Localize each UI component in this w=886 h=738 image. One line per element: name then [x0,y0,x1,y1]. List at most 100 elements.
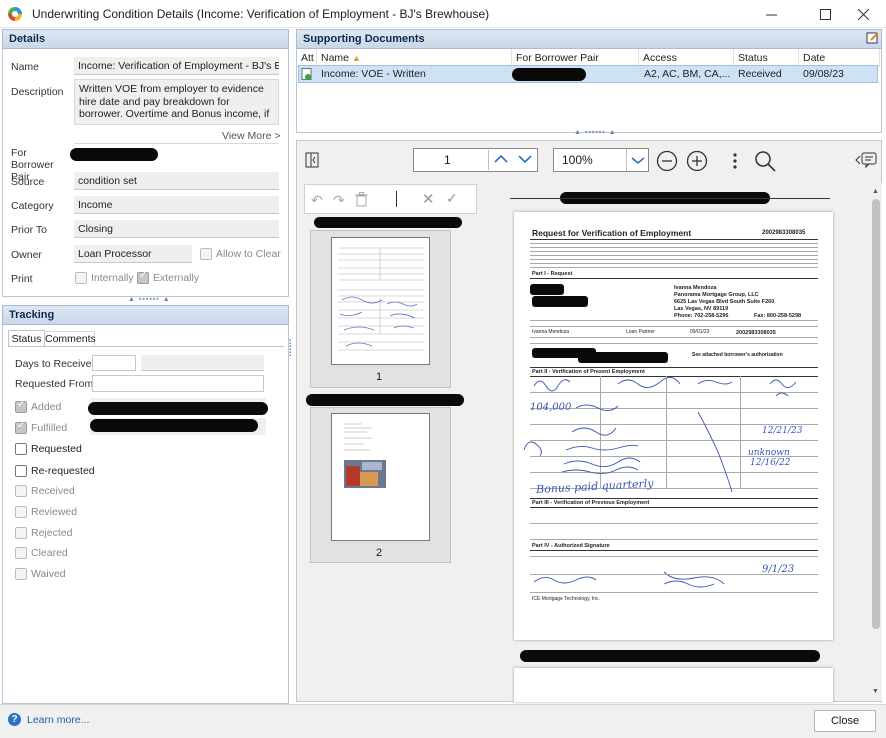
redo-icon[interactable]: ↷ [333,192,345,209]
view-more-link[interactable]: View More > [222,130,280,142]
thumbnail-page-2-preview [344,423,386,488]
window-title: Underwriting Condition Details (Income: … [32,6,490,21]
tab-comments[interactable]: Comments [45,331,96,346]
scroll-down-icon[interactable]: ▼ [872,688,879,695]
row-date: 09/08/23 [803,68,844,80]
zoom-in-icon[interactable] [686,150,708,175]
edit-icon[interactable] [866,31,880,45]
handwriting-marks [523,377,797,588]
divider [396,191,397,207]
supporting-documents-header: Supporting Documents [296,29,882,49]
description-text: Written VOE from employer to evidence hi… [79,83,270,120]
added-label: Added [31,401,62,413]
app-logo-icon [8,6,22,21]
row-access: A2, AC, BM, CA,... [644,68,731,80]
redacted-fulfilled [90,419,258,432]
zoom-dropdown[interactable] [626,149,648,171]
next-page-icon[interactable] [518,152,532,169]
undo-icon[interactable]: ↶ [311,192,323,209]
re-requested-checkbox[interactable] [15,465,27,477]
doc-part4: Part IV - Authorized Signature [532,543,610,549]
externally-checkbox[interactable] [137,270,149,284]
cancel-icon[interactable]: ✕ [422,190,435,208]
fulfilled-label: Fulfilled [31,422,68,434]
close-icon [857,8,869,20]
cleared-label: Cleared [31,547,68,559]
close-button[interactable]: Close [814,710,876,732]
minimize-button[interactable] [748,0,794,28]
prev-page-icon[interactable] [494,152,508,169]
tracking-header: Tracking [2,305,289,325]
help-icon: ? [8,713,21,726]
redacted-borrower-pair [70,148,158,161]
owner-label: Owner [11,249,42,261]
internally-label: Internally [91,272,134,284]
days-to-receive-label: Days to Receive [15,358,92,370]
reviewed-checkbox [15,506,27,518]
source-label: Source [11,176,45,188]
requested-label: Requested [31,443,82,455]
learn-more-link[interactable]: Learn more... [27,714,89,726]
close-window-button[interactable] [840,0,886,28]
redacted-file-name-2 [306,394,464,406]
print-label: Print [11,273,33,285]
allow-to-clear-label: Allow to Clear [216,248,281,260]
viewer-scrollbar[interactable]: ▲ ▼ [870,183,882,701]
owner-field[interactable]: Loan Processor [74,245,192,263]
received-checkbox [15,485,27,497]
details-header: Details [2,29,289,49]
page-header-line [510,198,830,199]
requested-from-input[interactable] [92,375,264,392]
fulfilled-checkbox [15,420,27,434]
thumbnail-page-2[interactable] [331,413,430,541]
documents-splitter[interactable]: ▲ ▪▪▪▪▪▪ ▲ [574,129,617,136]
row-name: Income: VOE - Written [321,68,426,80]
chevron-down-icon [631,157,645,165]
cleared-checkbox [15,547,27,559]
doc-part3: Part III - Verification of Previous Empl… [532,500,650,506]
requested-checkbox[interactable] [15,443,27,455]
tab-divider [8,346,284,347]
requested-from-label: Requested From [15,378,94,390]
sidebar-toggle-icon[interactable] [305,152,319,168]
horizontal-splitter[interactable]: ▲ ▪▪▪▪▪▪ ▲ [128,296,171,303]
scroll-up-icon[interactable]: ▲ [872,188,879,195]
days-to-receive-date [141,355,264,371]
name-field[interactable]: Income: Verification of Employment - BJ'… [74,57,279,75]
days-to-receive-input[interactable] [92,355,136,371]
divider [488,150,489,170]
document-page-2 [514,668,833,702]
row-status: Received [738,68,782,80]
more-options-icon[interactable] [732,152,738,173]
redacted-file-name [314,217,462,228]
sort-ascending-icon: ▲ [351,53,361,63]
source-field[interactable]: condition set [74,172,279,190]
internally-checkbox[interactable] [75,272,87,284]
page-number-value: 1 [444,153,451,167]
title-bar: Underwriting Condition Details (Income: … [0,0,886,28]
re-requested-label: Re-requested [31,465,95,477]
minimize-icon [765,14,777,15]
waived-label: Waived [31,568,66,580]
comment-panel-icon[interactable] [855,152,877,171]
category-label: Category [11,200,54,212]
allow-to-clear-checkbox[interactable] [200,248,212,260]
redacted-added [88,402,268,415]
attachment-icon [301,68,313,81]
divider [74,143,279,144]
zoom-out-icon[interactable] [656,150,678,175]
prior-to-field[interactable]: Closing [74,220,279,238]
description-field[interactable]: Written VOE from employer to evidence hi… [74,79,279,125]
confirm-icon[interactable]: ✓ [446,190,458,207]
scrollbar-thumb[interactable] [872,199,880,629]
column-name-label: Name [321,52,350,64]
delete-icon[interactable] [355,192,368,210]
prior-to-label: Prior To [11,224,47,236]
waived-checkbox [15,568,27,580]
name-label: Name [11,61,40,73]
vertical-splitter[interactable]: ▪ ▪ ▪ ▪ ▪ ▪ [289,338,295,359]
search-icon[interactable] [754,150,776,175]
category-field[interactable]: Income [74,196,279,214]
thumbnail-page-1[interactable] [331,237,430,365]
tab-status[interactable]: Status [8,330,45,346]
